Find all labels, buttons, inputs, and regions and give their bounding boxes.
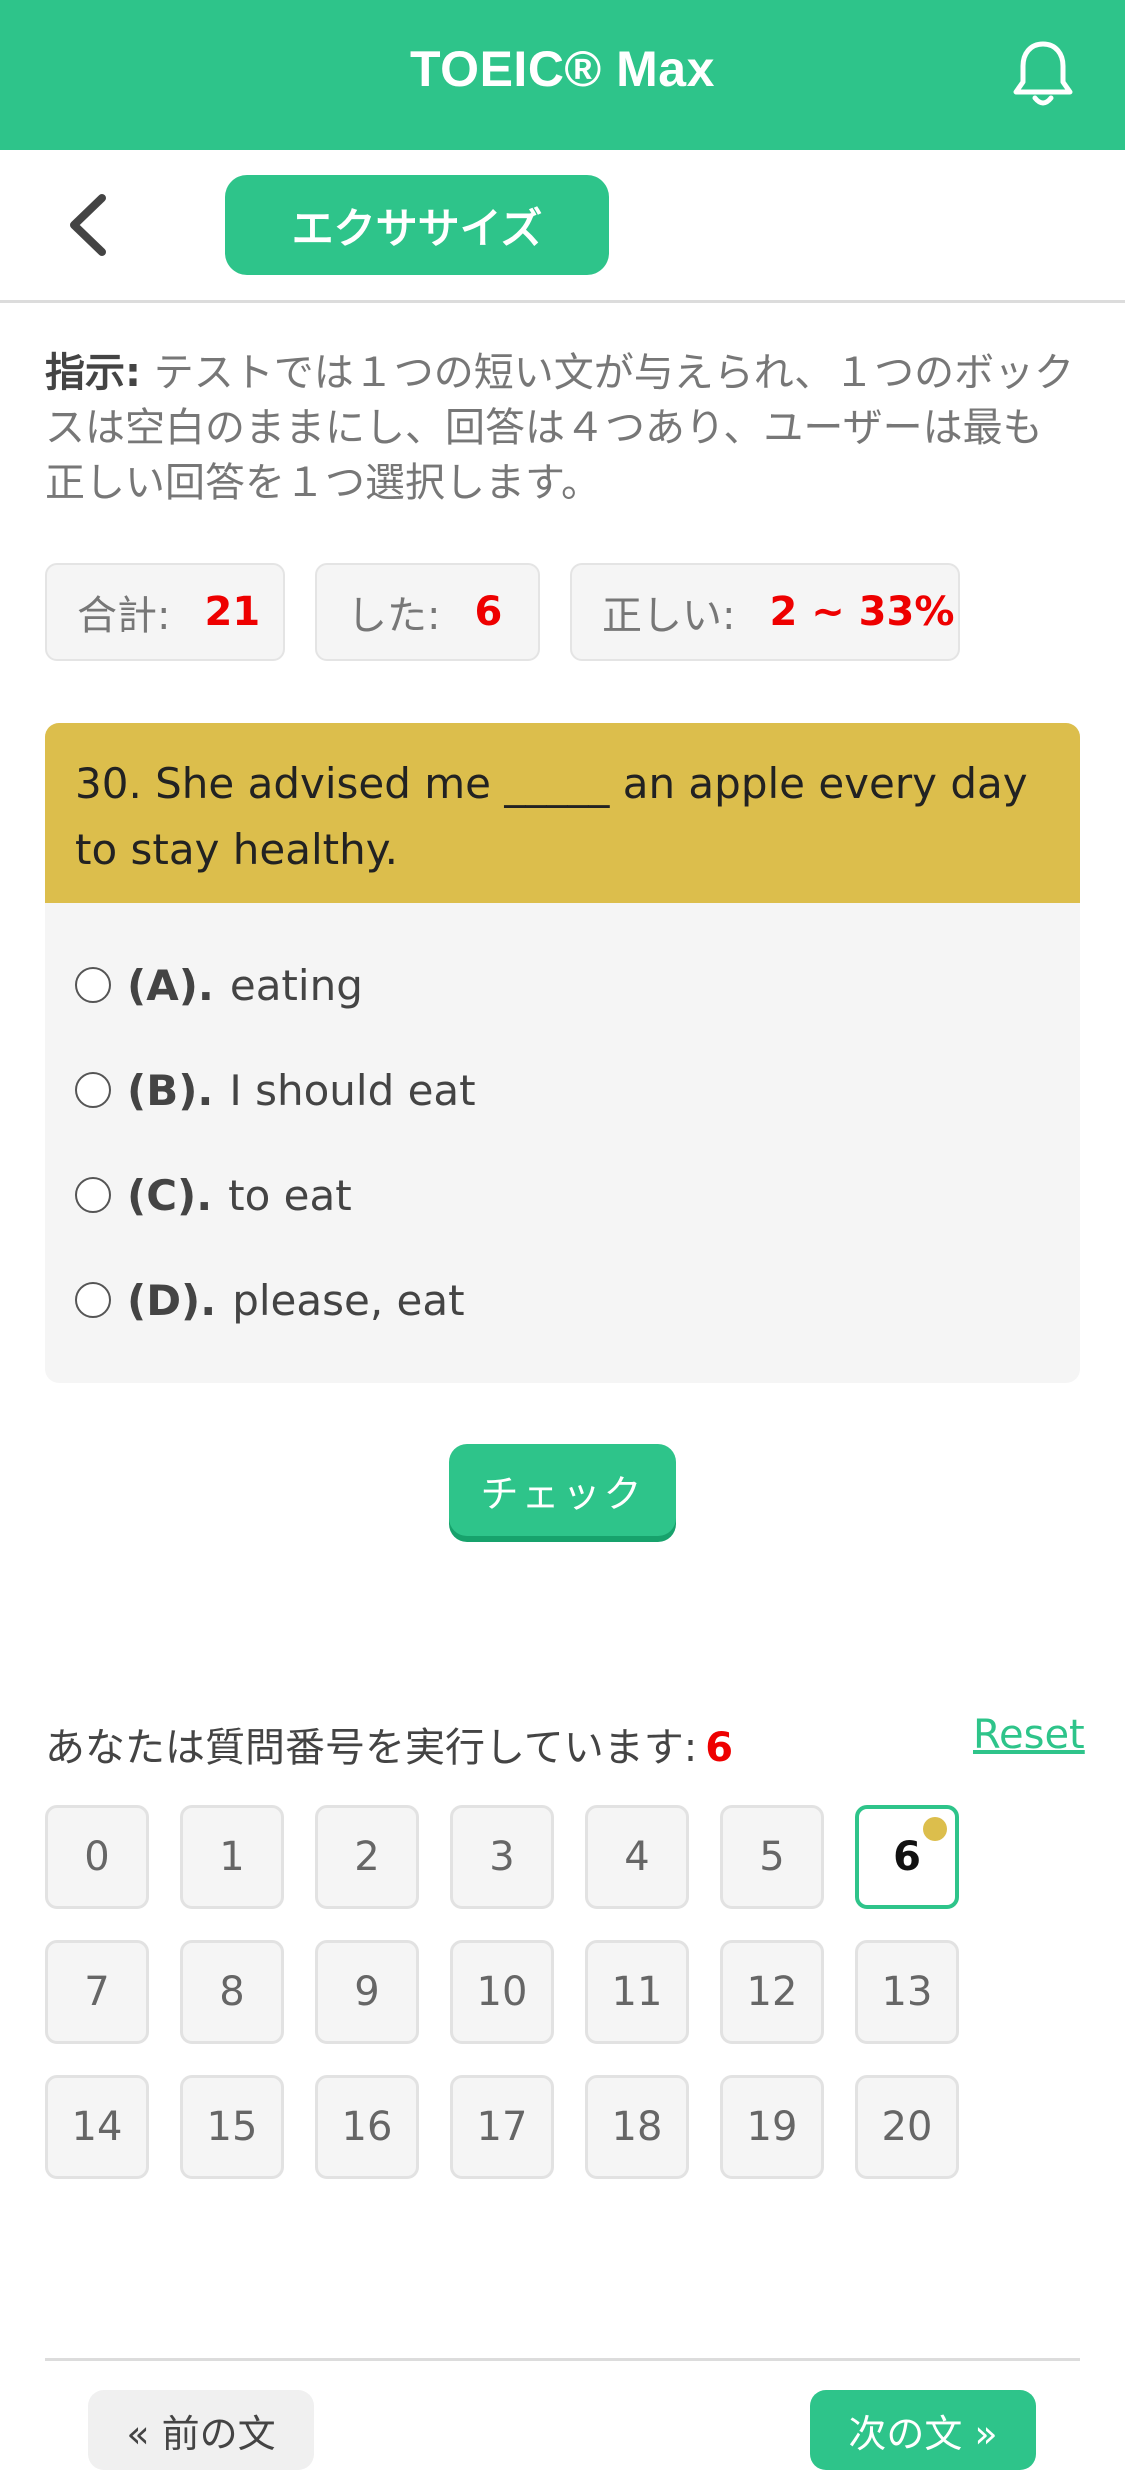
question-number-button[interactable]: 13 xyxy=(855,1940,959,2044)
question-number-button[interactable]: 17 xyxy=(450,2075,554,2179)
stat-correct-label: 正しい: xyxy=(602,593,736,639)
question-number-label: 16 xyxy=(341,2104,393,2150)
question-number-label: 18 xyxy=(611,2104,663,2150)
question-number-label: 10 xyxy=(476,1969,528,2015)
question-number-label: 19 xyxy=(746,2104,798,2150)
question-card: 30. She advised me _____ an apple every … xyxy=(45,723,1080,1383)
option-a[interactable]: (A). eating xyxy=(75,940,363,1030)
stat-total: 合計: 21 xyxy=(45,563,285,661)
question-number-label: 8 xyxy=(219,1969,245,2015)
question-number-button[interactable]: 4 xyxy=(585,1805,689,1909)
question-number-button[interactable]: 6 xyxy=(855,1805,959,1909)
question-number-label: 11 xyxy=(611,1969,663,2015)
stat-correct-value: 2 ~ 33% xyxy=(769,589,955,635)
option-b[interactable]: (B). I should eat xyxy=(75,1045,476,1135)
option-text: I should eat xyxy=(229,1065,476,1115)
question-number-label: 9 xyxy=(354,1969,380,2015)
option-text: please, eat xyxy=(232,1275,465,1325)
option-letter: (A). xyxy=(127,960,214,1010)
question-number-label: 1 xyxy=(219,1834,245,1880)
option-letter: (B). xyxy=(127,1065,214,1115)
question-number-button[interactable]: 15 xyxy=(180,2075,284,2179)
stat-done: した: 6 xyxy=(315,563,540,661)
stat-correct: 正しい: 2 ~ 33% xyxy=(570,563,960,661)
progress-label-text: あなたは質問番号を実行しています: xyxy=(45,1725,698,1771)
question-number-label: 13 xyxy=(881,1969,933,2015)
question-number-label: 7 xyxy=(84,1969,110,2015)
question-number-label: 3 xyxy=(489,1834,515,1880)
question-number-button[interactable]: 19 xyxy=(720,2075,824,2179)
question-number-label: 5 xyxy=(759,1834,785,1880)
next-button[interactable]: 次の文 » xyxy=(810,2390,1036,2470)
question-number-button[interactable]: 5 xyxy=(720,1805,824,1909)
question-number-label: 20 xyxy=(881,2104,933,2150)
radio-button[interactable] xyxy=(75,1072,111,1108)
question-number-label: 0 xyxy=(84,1834,110,1880)
bell-icon[interactable] xyxy=(1010,38,1076,112)
question-number-button[interactable]: 3 xyxy=(450,1805,554,1909)
tab-exercise[interactable]: エクササイズ xyxy=(225,175,609,275)
question-number-button[interactable]: 10 xyxy=(450,1940,554,2044)
question-number-label: 4 xyxy=(624,1834,650,1880)
option-d[interactable]: (D). please, eat xyxy=(75,1255,465,1345)
option-text: eating xyxy=(229,960,363,1010)
radio-button[interactable] xyxy=(75,967,111,1003)
question-number-button[interactable]: 12 xyxy=(720,1940,824,2044)
question-number-button[interactable]: 16 xyxy=(315,2075,419,2179)
progress-current: 6 xyxy=(705,1725,734,1771)
divider xyxy=(45,2358,1080,2361)
app-header: TOEIC® Max xyxy=(0,0,1125,150)
question-number-button[interactable]: 2 xyxy=(315,1805,419,1909)
question-number-label: 2 xyxy=(354,1834,380,1880)
question-number-label: 12 xyxy=(746,1969,798,2015)
question-number-button[interactable]: 14 xyxy=(45,2075,149,2179)
question-number-label: 6 xyxy=(893,1834,921,1880)
stat-done-value: 6 xyxy=(474,589,503,635)
option-letter: (C). xyxy=(127,1170,213,1220)
question-number-button[interactable]: 1 xyxy=(180,1805,284,1909)
question-number-label: 14 xyxy=(71,2104,123,2150)
instructions-text: テストでは１つの短い文が与えられ、１つのボックスは空白のままにし、回答は４つあり… xyxy=(45,350,1075,506)
current-indicator-dot xyxy=(923,1817,947,1841)
question-number-button[interactable]: 11 xyxy=(585,1940,689,2044)
question-number-button[interactable]: 8 xyxy=(180,1940,284,2044)
instructions-label: 指示: xyxy=(45,350,141,396)
previous-button[interactable]: « 前の文 xyxy=(88,2390,314,2470)
reset-link[interactable]: Reset xyxy=(973,1712,1085,1758)
option-letter: (D). xyxy=(127,1275,217,1325)
progress-label: あなたは質問番号を実行しています: 6 xyxy=(45,1715,733,1773)
stat-total-value: 21 xyxy=(204,589,261,635)
question-text: 30. She advised me _____ an apple every … xyxy=(45,723,1080,903)
option-text: to eat xyxy=(228,1170,352,1220)
question-number-button[interactable]: 18 xyxy=(585,2075,689,2179)
question-number-label: 17 xyxy=(476,2104,528,2150)
question-number-button[interactable]: 20 xyxy=(855,2075,959,2179)
stat-total-label: 合計: xyxy=(77,593,171,639)
radio-button[interactable] xyxy=(75,1177,111,1213)
option-c[interactable]: (C). to eat xyxy=(75,1150,352,1240)
question-number-button[interactable]: 0 xyxy=(45,1805,149,1909)
chevron-left-icon[interactable] xyxy=(64,190,114,260)
stat-done-label: した: xyxy=(347,593,441,639)
app-title: TOEIC® Max xyxy=(410,41,715,97)
check-button[interactable]: チェック xyxy=(449,1444,676,1536)
question-number-button[interactable]: 7 xyxy=(45,1940,149,2044)
instructions: 指示: テストでは１つの短い文が与えられ、１つのボックスは空白のままにし、回答は… xyxy=(45,346,1080,511)
radio-button[interactable] xyxy=(75,1282,111,1318)
question-number-button[interactable]: 9 xyxy=(315,1940,419,2044)
question-number-label: 15 xyxy=(206,2104,258,2150)
